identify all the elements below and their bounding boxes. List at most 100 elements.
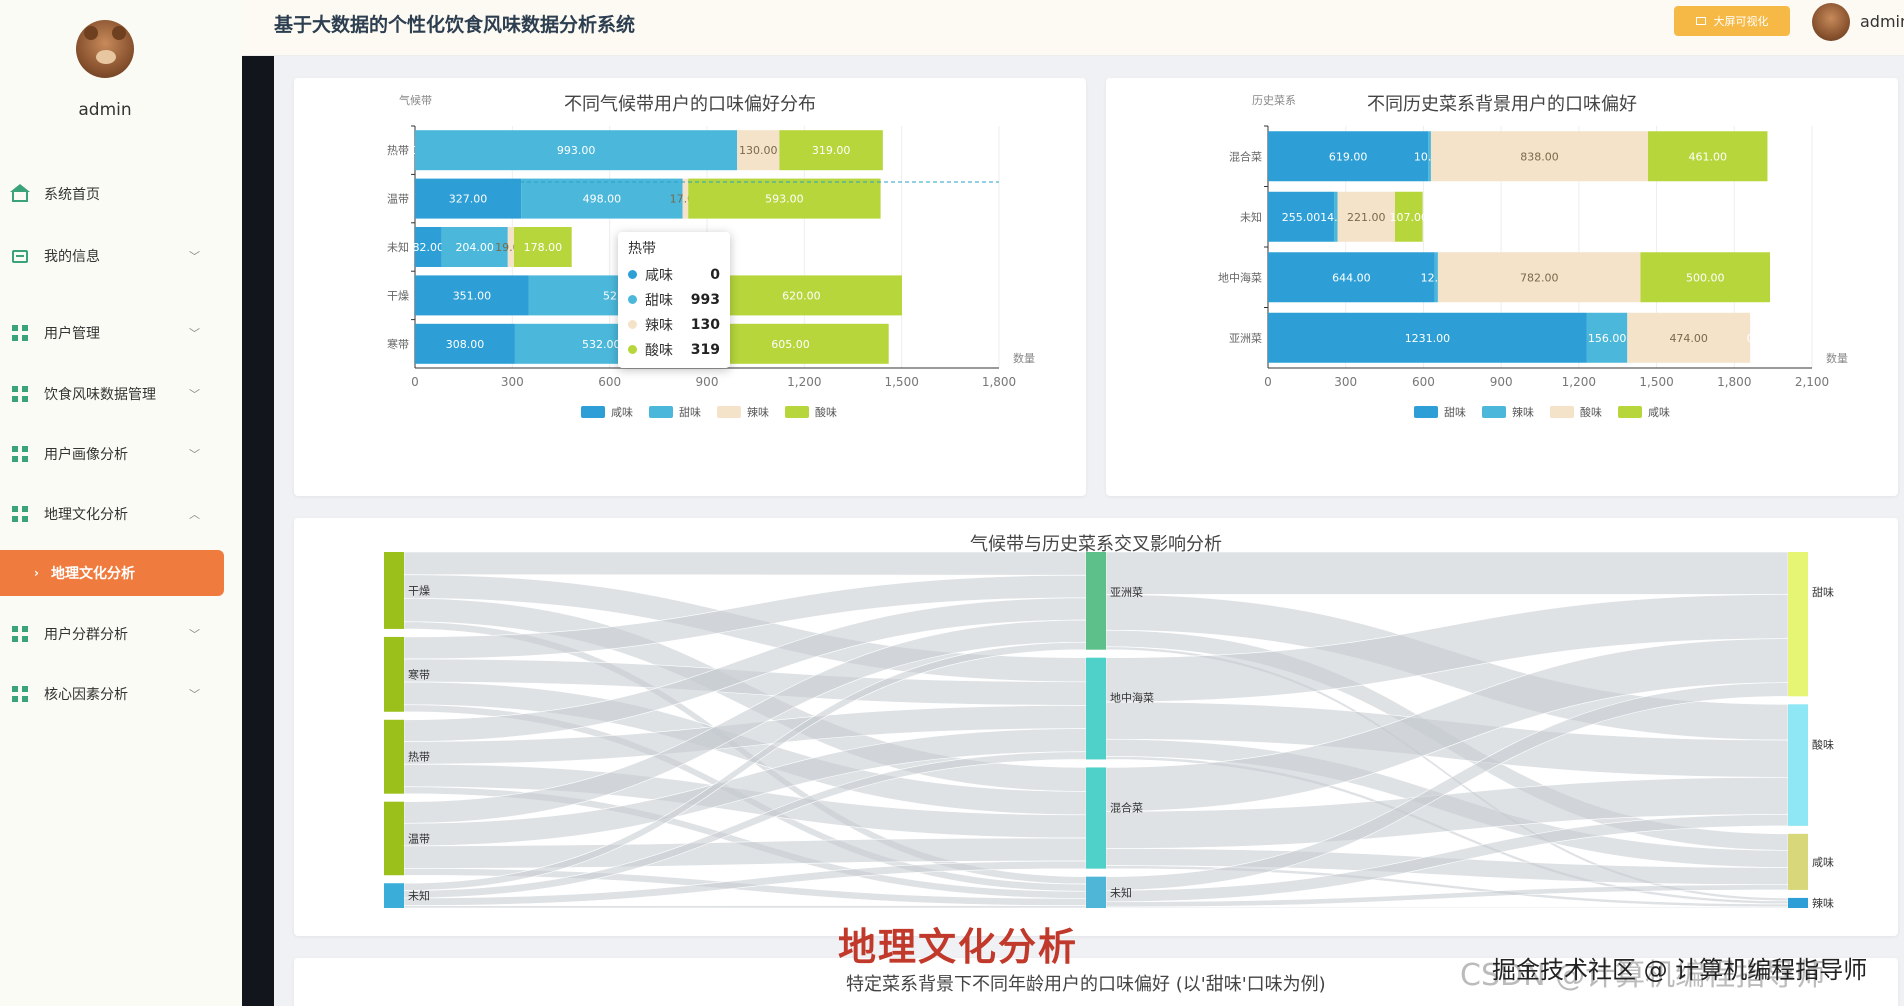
x-tick-label: 2,100 bbox=[1795, 375, 1829, 389]
legend-label: 咸味 bbox=[611, 406, 633, 419]
sidebar-item-user-clustering[interactable]: 用户分群分析 ﹀ bbox=[0, 616, 210, 652]
data-label: 838.00 bbox=[1520, 150, 1559, 163]
data-label: 498.00 bbox=[583, 193, 622, 206]
chevron-up-icon: ︿ bbox=[189, 508, 200, 521]
header-avatar[interactable] bbox=[1812, 3, 1850, 41]
legend-swatch bbox=[1618, 406, 1642, 418]
chevron-down-icon: ﹀ bbox=[189, 250, 200, 263]
x-tick-label: 900 bbox=[696, 375, 719, 389]
sankey-node-label: 热带 bbox=[408, 751, 430, 764]
overlay-caption: 地理文化分析 bbox=[838, 925, 1079, 969]
chevron-down-icon: ﹀ bbox=[189, 628, 200, 641]
sidebar-item-user-management[interactable]: 用户管理 ﹀ bbox=[0, 315, 210, 351]
sidebar-item-label: 地理文化分析 bbox=[44, 507, 128, 523]
sankey-node bbox=[1788, 897, 1808, 908]
sankey-node bbox=[384, 719, 404, 794]
data-label: 204.00 bbox=[455, 241, 494, 254]
cuisine-bar-chart[interactable]: 历史菜系 0 300 600 900 1,200 1,500 1,800 2,100 数量 混合菜 6… bbox=[1106, 78, 1898, 496]
chevron-right-icon: › bbox=[34, 566, 39, 580]
y-category-label: 未知 bbox=[387, 240, 409, 254]
data-label: 82.00 bbox=[413, 241, 445, 254]
data-label: 327.00 bbox=[449, 193, 488, 206]
sidebar-item-geo-culture[interactable]: 地理文化分析 ︿ bbox=[0, 496, 210, 532]
data-label: 619.00 bbox=[1329, 150, 1368, 163]
legend-label: 咸味 bbox=[1648, 406, 1670, 419]
chevron-down-icon: ﹀ bbox=[189, 448, 200, 461]
sankey-node bbox=[384, 883, 404, 908]
sankey-link bbox=[1105, 551, 1789, 595]
grid-icon bbox=[12, 446, 28, 462]
series-dot bbox=[628, 345, 637, 354]
sidebar-edge bbox=[242, 56, 274, 1006]
sankey-link bbox=[1105, 906, 1789, 909]
sidebar-item-user-profile[interactable]: 用户画像分析 ﹀ bbox=[0, 436, 210, 472]
chevron-down-icon: ﹀ bbox=[189, 688, 200, 701]
x-tick-label: 1,500 bbox=[1639, 375, 1673, 389]
data-label: 532.00 bbox=[582, 338, 621, 351]
home-icon bbox=[10, 184, 30, 202]
x-tick-label: 0 bbox=[1264, 375, 1272, 389]
sidebar-item-label: 系统首页 bbox=[44, 187, 100, 203]
sankey-chart[interactable]: 干燥寒带热带温带未知 亚洲菜地中海菜混合菜未知 甜味酸味咸味辣味 bbox=[294, 518, 1898, 936]
sankey-node-label: 未知 bbox=[1110, 885, 1132, 899]
x-tick-label: 300 bbox=[501, 375, 524, 389]
sidebar-item-core-factors[interactable]: 核心因素分析 ﹀ bbox=[0, 676, 210, 712]
data-label: 500.00 bbox=[1686, 271, 1725, 284]
sidebar-item-label: 用户画像分析 bbox=[44, 447, 128, 463]
y-category-label: 干燥 bbox=[387, 289, 409, 302]
tooltip-value: 993 bbox=[690, 291, 720, 308]
legend-label: 甜味 bbox=[679, 406, 701, 419]
chevron-down-icon: ﹀ bbox=[189, 388, 200, 401]
tooltip-label: 甜味 bbox=[645, 292, 673, 309]
sankey-node bbox=[384, 636, 404, 712]
user-avatar[interactable] bbox=[76, 20, 134, 78]
data-label: 178.00 bbox=[524, 241, 563, 254]
sankey-node-label: 混合菜 bbox=[1110, 800, 1143, 814]
sidebar-item-flavor-data[interactable]: 饮食风味数据管理 ﹀ bbox=[0, 376, 210, 412]
y-axis-title: 气候带 bbox=[399, 93, 432, 107]
tooltip-value: 130 bbox=[690, 316, 720, 333]
data-label: 107.00 bbox=[1390, 211, 1429, 224]
sankey-node-label: 温带 bbox=[408, 832, 430, 845]
sidebar-item-label: 饮食风味数据管理 bbox=[44, 387, 156, 403]
legend-label: 甜味 bbox=[1444, 406, 1466, 419]
sankey-node bbox=[384, 552, 404, 629]
legend-swatch bbox=[717, 406, 741, 418]
sidebar-item-label: 用户管理 bbox=[44, 326, 100, 342]
x-axis-title: 数量 bbox=[1826, 352, 1848, 365]
x-tick-label: 1,200 bbox=[1562, 375, 1596, 389]
sidebar-item-home[interactable]: 系统首页 bbox=[0, 176, 210, 212]
data-label: 993.00 bbox=[557, 144, 596, 157]
watermark-source: 掘金技术社区 @ 计算机编程指导师 bbox=[1492, 956, 1868, 984]
data-label: 1231.00 bbox=[1405, 332, 1451, 345]
x-tick-label: 600 bbox=[1412, 375, 1435, 389]
chart-tooltip: 热带 咸味 0 甜味 993 辣味 130 酸味 319 bbox=[618, 232, 730, 368]
data-label: 308.00 bbox=[446, 338, 485, 351]
sankey-panel: 气候带与历史菜系交叉影响分析 干燥 寒带 热带 温带 未知 亚洲菜 地中海菜 混合菜 未知 甜味酸… bbox=[294, 518, 1898, 936]
tooltip-label: 咸味 bbox=[645, 267, 673, 284]
sidebar-item-my-info[interactable]: 我的信息 ﹀ bbox=[0, 238, 210, 274]
legend-swatch bbox=[649, 406, 673, 418]
legend-swatch bbox=[1414, 406, 1438, 418]
sidebar-item-label: 地理文化分析 bbox=[50, 566, 135, 582]
data-label: 0 bbox=[1747, 332, 1754, 345]
sankey-node-label: 酸味 bbox=[1812, 737, 1834, 751]
big-screen-button[interactable]: 大屏可视化 bbox=[1674, 6, 1790, 36]
series-dot bbox=[628, 295, 637, 304]
legend-swatch bbox=[1482, 406, 1506, 418]
grid-icon bbox=[12, 686, 28, 702]
card-icon bbox=[12, 249, 28, 263]
tooltip-title: 热带 bbox=[628, 241, 656, 257]
header-username[interactable]: admin bbox=[1860, 12, 1904, 31]
sankey-link bbox=[403, 905, 1087, 909]
sidebar-item-label: 核心因素分析 bbox=[44, 687, 128, 703]
x-tick-label: 1,800 bbox=[982, 375, 1016, 389]
sidebar-username: admin bbox=[78, 100, 132, 120]
y-category-label: 地中海菜 bbox=[1218, 270, 1262, 284]
cuisine-chart-panel: 不同历史菜系背景用户的口味偏好 历史菜系 0 300 600 900 1,200 1,500… bbox=[1106, 78, 1898, 496]
sidebar-subitem-geo-culture-analysis[interactable]: › 地理文化分析 bbox=[0, 550, 224, 596]
x-tick-label: 1,800 bbox=[1717, 375, 1751, 389]
sankey-node-label: 甜味 bbox=[1812, 586, 1834, 599]
sankey-node bbox=[1788, 552, 1808, 697]
sankey-node bbox=[1086, 767, 1106, 869]
